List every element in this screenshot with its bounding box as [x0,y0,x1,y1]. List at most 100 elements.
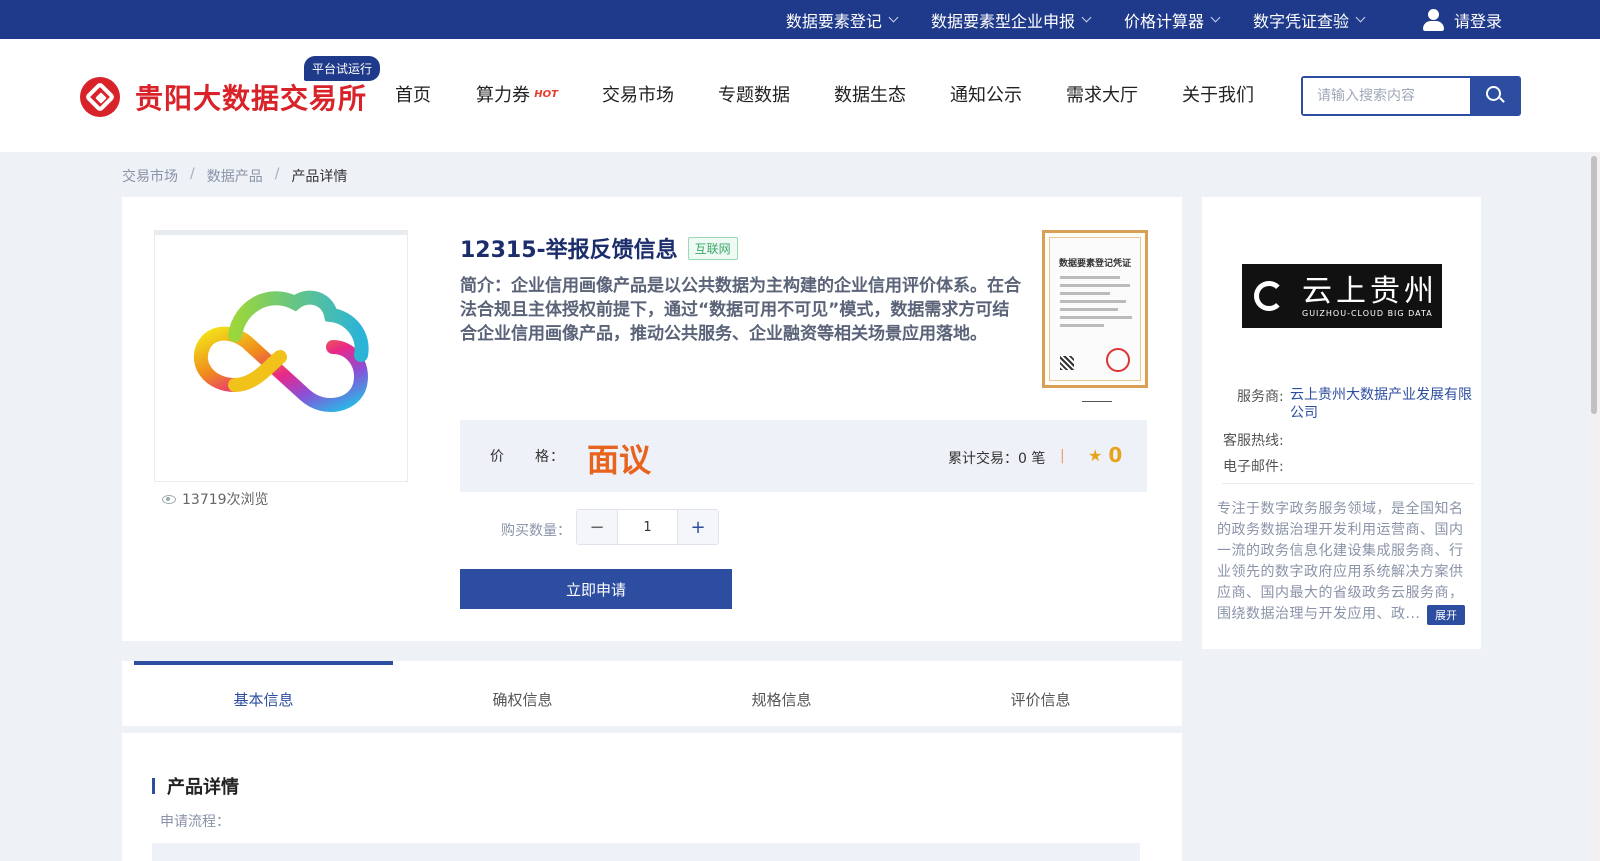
topbar-item-label: 数字凭证查验 [1252,11,1349,31]
cloud-logo-icon [193,290,369,412]
breadcrumb-separator: / [190,166,195,182]
breadcrumb-separator: / [274,166,280,182]
chevron-down-icon [1081,12,1092,23]
breadcrumb: 交易市场 / 数据产品 / 产品详情 [122,166,347,186]
top-bar: 数据要素登记 数据要素型企业申报 价格计算器 数字凭证查验 请登录 [0,0,1600,39]
topbar-item-label: 价格计算器 [1123,11,1204,31]
chevron-down-icon [1355,12,1366,23]
vendor-logo-icon [1254,281,1284,311]
hotline-label: 客服热线: [1223,433,1284,449]
breadcrumb-current: 产品详情 [291,169,348,185]
tab-spec-info[interactable]: 规格信息 [652,661,911,726]
chevron-down-icon [888,12,899,23]
seal-icon [1106,348,1130,372]
tab-basic-info[interactable]: 基本信息 [134,661,393,726]
main-nav: 首页 算力券 HOT 交易市场 专题数据 数据生态 通知公示 需求大厅 关于我们 [395,81,1254,107]
product-image [154,230,408,482]
nav-item-topic-data[interactable]: 专题数据 [718,81,790,107]
product-title: 12315-举报反馈信息 互联网 [460,232,738,264]
trial-badge: 平台试运行 [304,56,381,81]
nav-item-notices[interactable]: 通知公示 [950,81,1022,107]
divider: | [1060,448,1065,464]
vendor-logo-text: 云上贵州 [1302,273,1438,309]
category-tag: 互联网 [687,236,738,260]
hot-badge: HOT [534,89,558,100]
topbar-item-data-registration[interactable]: 数据要素登记 [785,8,899,32]
topbar-item-certificate-check[interactable]: 数字凭证查验 [1252,8,1366,32]
nav-item-compute-voucher[interactable]: 算力券 HOT [476,81,558,107]
registration-certificate[interactable]: 数据要素登记凭证 [1042,230,1148,388]
nav-item-ecosystem[interactable]: 数据生态 [834,81,906,107]
nav-item-about[interactable]: 关于我们 [1182,81,1254,107]
rating: ★ 0 [1088,443,1122,467]
product-details: 产品详情 申请流程： [122,733,1182,861]
price-value: 面议 [587,441,652,479]
increment-button[interactable]: + [678,510,718,544]
eye-icon [162,494,176,504]
nav-item-home[interactable]: 首页 [395,81,431,107]
nav-item-label: 专题数据 [718,85,790,106]
vendor-logo: 云上贵州 GUIZHOU-CLOUD BIG DATA [1242,264,1442,328]
login-label: 请登录 [1453,11,1502,31]
detail-tabs: 基本信息 确权信息 规格信息 评价信息 [122,661,1182,726]
nav-item-label: 首页 [395,85,431,106]
certificate-title: 数据要素登记凭证 [1058,259,1131,269]
breadcrumb-item-market[interactable]: 交易市场 [122,166,178,186]
login-link[interactable]: 请登录 [1422,8,1502,32]
quantity-stepper: − 1 + [576,509,719,545]
price-box: 价 格： 面议 累计交易：0 笔 | ★ 0 [460,420,1147,492]
topbar-item-label: 数据要素登记 [785,11,882,31]
nav-item-label: 通知公示 [950,85,1022,106]
view-count: 13719次浏览 [162,489,269,509]
process-panel [152,843,1140,861]
email-label: 电子邮件: [1223,459,1284,475]
trade-count: 累计交易：0 笔 [948,451,1046,467]
star-icon: ★ [1088,445,1103,465]
provider-label: 服务商: [1237,389,1284,405]
tab-reviews[interactable]: 评价信息 [911,661,1170,726]
topbar-item-price-calculator[interactable]: 价格计算器 [1123,8,1221,32]
search-button[interactable] [1470,78,1519,114]
nav-item-label: 算力券 [476,85,530,106]
apply-button[interactable]: 立即申请 [460,569,732,609]
section-marker [152,778,155,794]
nav-item-label: 数据生态 [834,85,906,106]
site-header: 贵阳大数据交易所 平台试运行 首页 算力券 HOT 交易市场 专题数据 数据生态 … [0,39,1600,152]
vendor-card: 云上贵州 GUIZHOU-CLOUD BIG DATA 服务商: 云上贵州大数据… [1202,197,1481,649]
decrement-button[interactable]: − [577,510,617,544]
nav-item-label: 需求大厅 [1066,85,1138,106]
certificate-indicator [1082,401,1112,402]
topbar-item-enterprise-declaration[interactable]: 数据要素型企业申报 [930,8,1092,32]
product-intro: 简介：企业信用画像产品是以公共数据为主构建的企业信用评价体系。在合法合规且主体授… [460,276,1021,344]
product-title-text: 12315-举报反馈信息 [460,238,678,263]
chevron-down-icon [1210,12,1221,23]
section-title: 产品详情 [152,773,239,799]
rating-value: 0 [1108,443,1123,467]
section-title-text: 产品详情 [167,777,239,798]
view-count-text: 13719次浏览 [182,492,269,508]
nav-item-label: 交易市场 [602,85,674,106]
user-icon [1422,8,1444,32]
page-scrollbar[interactable] [1588,152,1600,861]
logo-icon[interactable] [80,77,120,117]
nav-item-market[interactable]: 交易市场 [602,81,674,107]
nav-item-label: 关于我们 [1182,85,1254,106]
product-card: 13719次浏览 12315-举报反馈信息 互联网 简介：企业信用画像产品是以公… [122,197,1182,641]
expand-button[interactable]: 展开 [1427,605,1465,625]
logo-text[interactable]: 贵阳大数据交易所 [135,77,367,117]
search-input[interactable] [1303,78,1470,114]
tab-rights-info[interactable]: 确权信息 [393,661,652,726]
vendor-logo-subtext: GUIZHOU-CLOUD BIG DATA [1302,308,1433,318]
search-box [1301,76,1521,116]
process-label: 申请流程： [160,814,230,830]
scrollbar-thumb[interactable] [1591,156,1597,414]
quantity-label: 购买数量： [501,523,571,539]
divider [1222,483,1474,484]
breadcrumb-item-data-products[interactable]: 数据产品 [207,166,263,186]
qr-code-icon [1060,356,1074,370]
topbar-item-label: 数据要素型企业申报 [930,11,1075,31]
provider-link[interactable]: 云上贵州大数据产业发展有限公司 [1290,386,1475,422]
quantity-input[interactable]: 1 [617,510,678,544]
nav-item-demand-hall[interactable]: 需求大厅 [1066,81,1138,107]
price-label: 价 格： [490,449,565,465]
